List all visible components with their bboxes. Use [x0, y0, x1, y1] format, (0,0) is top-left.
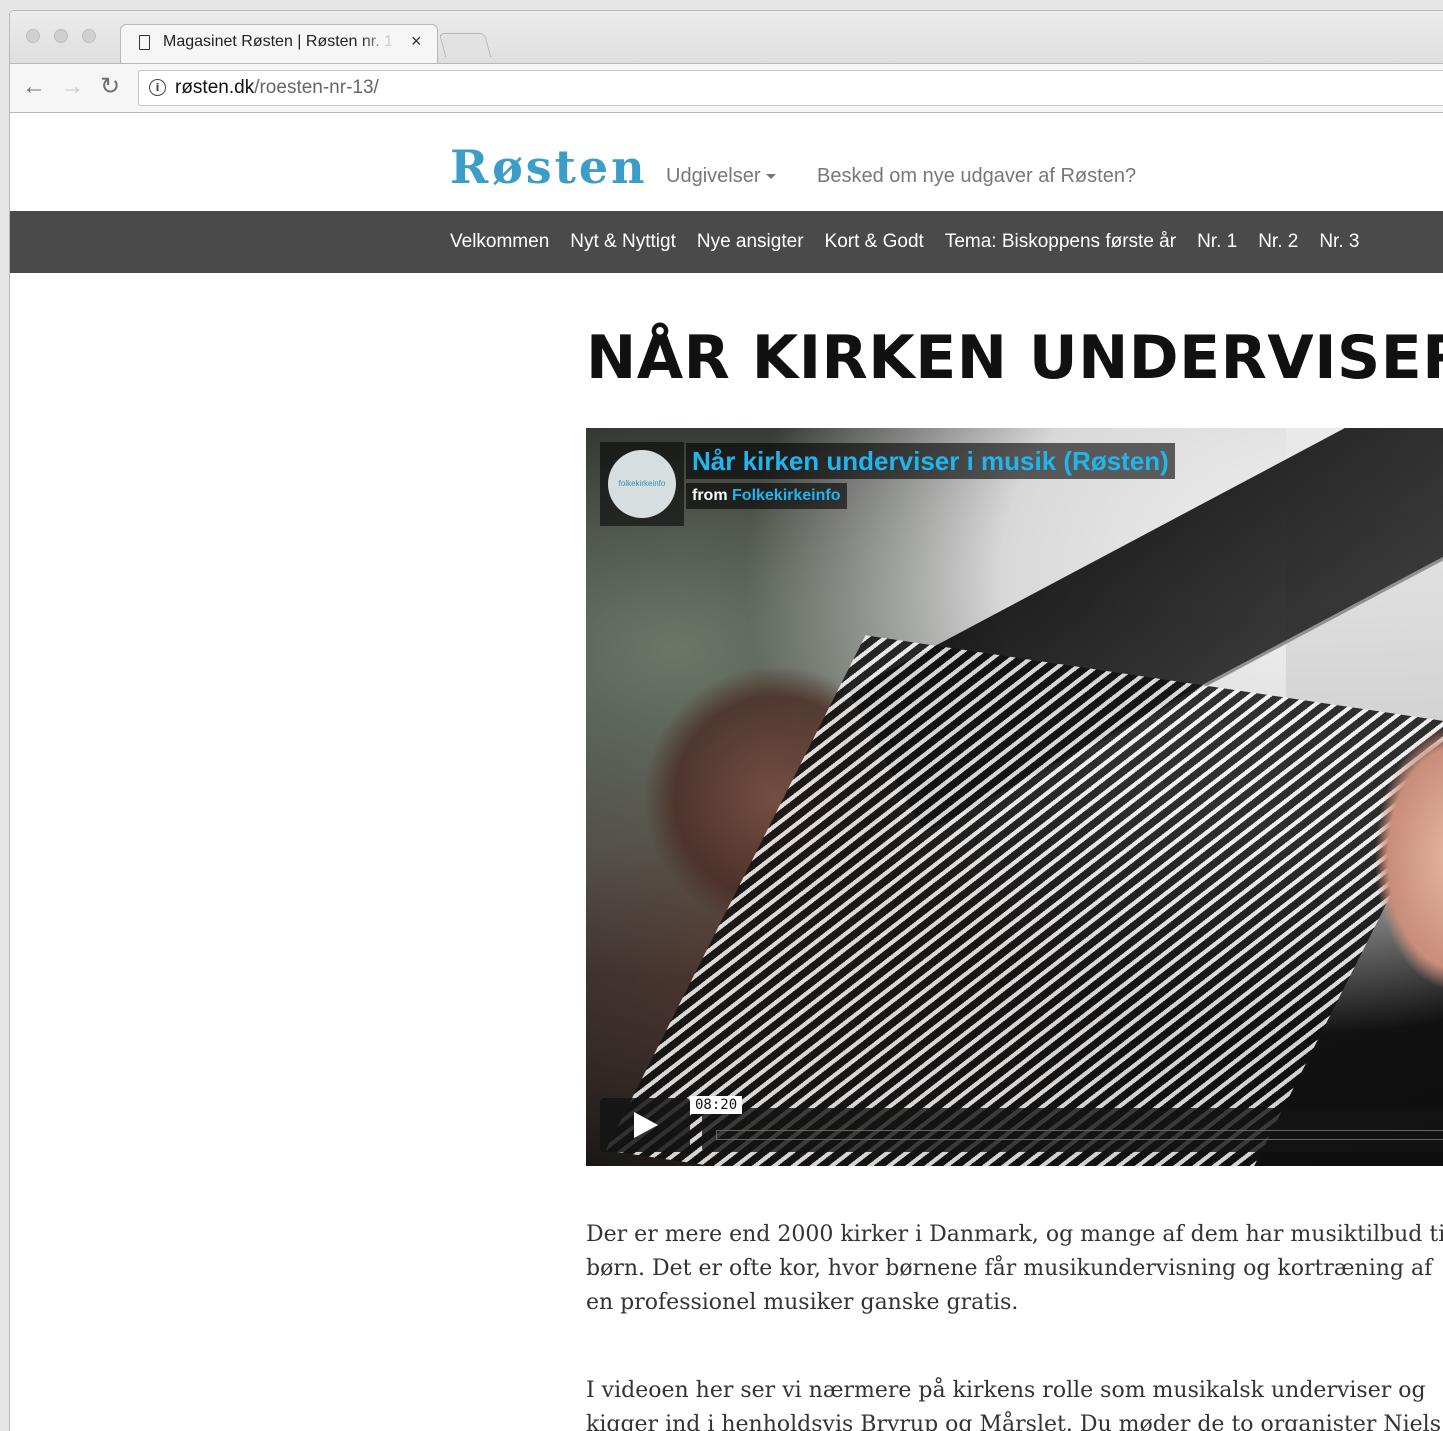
video-player[interactable]: folkekirkeinfo Når kirken underviser i m…: [586, 428, 1443, 1166]
video-duration: 08:20: [690, 1096, 743, 1114]
paragraph-line: børn. Det er ofte kor, hvor børnene får …: [586, 1256, 1433, 1281]
progress-track[interactable]: [716, 1130, 1443, 1140]
article-paragraph-2: I videoen her ser vi nærmere på kirkens …: [586, 1374, 1441, 1431]
play-icon: [634, 1112, 658, 1138]
url-path: /roesten-nr-13/: [254, 77, 379, 98]
video-channel-link[interactable]: Folkekirkeinfo: [732, 487, 840, 504]
browser-window: Magasinet Røsten | Røsten nr. 13 × ← → ↻…: [9, 10, 1443, 1431]
info-icon[interactable]: i: [149, 79, 166, 96]
channel-avatar: folkekirkeinfo: [608, 450, 676, 518]
caret-down-icon: [766, 174, 777, 180]
browser-toolbar: ← → ↻ i røsten.dk/roesten-nr-13/: [10, 63, 1443, 113]
address-bar[interactable]: i røsten.dk/roesten-nr-13/: [138, 70, 1443, 106]
zoom-window-button[interactable]: [82, 29, 96, 43]
tab-strip: Magasinet Røsten | Røsten nr. 13 ×: [10, 11, 1443, 64]
url-text: røsten.dk/roesten-nr-13/: [175, 77, 379, 99]
play-button[interactable]: [600, 1098, 690, 1152]
video-byline: from Folkekirkeinfo: [686, 483, 847, 509]
menu-besked[interactable]: Besked om nye udgaver af Røsten?: [817, 165, 1136, 188]
menu-udgivelser[interactable]: Udgivelser: [666, 165, 777, 188]
nav-item-nr-3[interactable]: Nr. 3: [1319, 231, 1359, 253]
nav-item-nyt-nyttigt[interactable]: Nyt & Nyttigt: [570, 231, 676, 253]
url-host: røsten.dk: [175, 77, 255, 98]
nav-item-tema[interactable]: Tema: Biskoppens første år: [945, 231, 1176, 253]
reload-icon[interactable]: ↻: [100, 74, 120, 100]
video-progress-bar[interactable]: [702, 1108, 1443, 1152]
paragraph-line: I videoen her ser vi nærmere på kirkens …: [586, 1378, 1426, 1403]
close-window-button[interactable]: [26, 29, 40, 43]
nav-item-velkommen[interactable]: Velkommen: [450, 231, 549, 253]
minimize-window-button[interactable]: [54, 29, 68, 43]
new-tab-button[interactable]: [438, 33, 492, 57]
paragraph-line: en professionel musiker ganske gratis.: [586, 1290, 1019, 1315]
channel-avatar-box[interactable]: folkekirkeinfo: [600, 442, 684, 526]
nav-item-kort-godt[interactable]: Kort & Godt: [825, 231, 924, 253]
tab-title: Magasinet Røsten | Røsten nr. 13: [163, 33, 395, 50]
forward-arrow-icon[interactable]: →: [60, 74, 84, 100]
nav-item-nye-ansigter[interactable]: Nye ansigter: [697, 231, 804, 253]
video-title[interactable]: Når kirken underviser i musik (Røsten): [686, 443, 1175, 479]
paragraph-line: Der er mere end 2000 kirker i Danmark, o…: [586, 1222, 1443, 1247]
paragraph-line: kigger ind i henholdsvis Bryrup og Mårsl…: [586, 1412, 1441, 1431]
site-logo[interactable]: Røsten: [450, 139, 648, 195]
close-icon[interactable]: ×: [411, 31, 422, 52]
site-header: Røsten Udgivelser Besked om nye udgaver …: [10, 113, 1443, 211]
nav-items: Velkommen Nyt & Nyttigt Nye ansigter Kor…: [450, 211, 1380, 273]
menu-udgivelser-label: Udgivelser: [666, 165, 761, 187]
article-paragraph-1: Der er mere end 2000 kirker i Danmark, o…: [586, 1218, 1443, 1320]
tab-active[interactable]: Magasinet Røsten | Røsten nr. 13 ×: [120, 24, 438, 64]
main-nav: Velkommen Nyt & Nyttigt Nye ansigter Kor…: [10, 211, 1443, 273]
nav-item-nr-2[interactable]: Nr. 2: [1258, 231, 1298, 253]
video-from-label: from: [692, 487, 728, 504]
video-frame-hand-right: [1376, 728, 1443, 988]
article-headline: NÅR KIRKEN UNDERVISER: [586, 323, 1443, 393]
nav-item-nr-1[interactable]: Nr. 1: [1197, 231, 1237, 253]
page-icon: [139, 35, 150, 50]
back-arrow-icon[interactable]: ←: [22, 74, 46, 100]
